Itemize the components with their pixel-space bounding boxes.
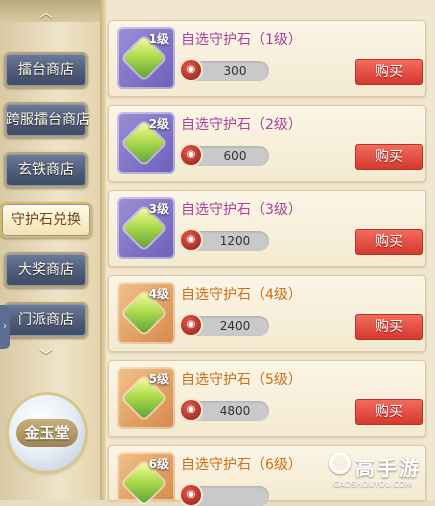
item-name: 自选守护石（3级） bbox=[181, 202, 302, 218]
site-watermark: 高手游 GAOSHOUYOU.COM bbox=[329, 450, 429, 494]
price-value: 4800 bbox=[219, 404, 251, 418]
list-item: 2级 自选守护石（2级） ◉ 600 购买 bbox=[108, 105, 426, 182]
guardian-stone-icon[interactable]: 2级 bbox=[117, 112, 175, 174]
watermark-subtitle: GAOSHOUYOU.COM bbox=[333, 480, 413, 489]
buy-button[interactable]: 购买 bbox=[355, 399, 423, 425]
watermark-logo-icon bbox=[329, 452, 351, 474]
guardian-stone-icon[interactable]: 6级 bbox=[117, 452, 175, 505]
chevron-up-icon[interactable]: ︿ bbox=[36, 6, 56, 20]
guardian-stone-icon[interactable]: 5级 bbox=[117, 367, 175, 429]
price-pill: ◉ bbox=[181, 485, 269, 506]
level-badge: 4级 bbox=[148, 287, 169, 301]
item-name: 自选守护石（5级） bbox=[181, 372, 302, 388]
red-coin-icon: ◉ bbox=[181, 485, 201, 505]
price-pill: ◉ 300 bbox=[181, 60, 269, 81]
buy-button[interactable]: 购买 bbox=[355, 229, 423, 255]
tab-guardian-stone-exchange[interactable]: 守护石兑换 bbox=[0, 202, 92, 238]
chevron-down-icon[interactable]: ﹀ bbox=[36, 350, 56, 364]
price-value: 2400 bbox=[219, 319, 251, 333]
item-list[interactable]: 1级 自选守护石（1级） ◉ 300 购买 2级 自选守护石（2级） ◉ 600… bbox=[106, 0, 435, 506]
level-badge: 2级 bbox=[148, 117, 169, 131]
tab-xuantie-shop[interactable]: 玄铁商店 bbox=[4, 152, 88, 188]
red-coin-icon: ◉ bbox=[181, 230, 201, 250]
price-value: 600 bbox=[223, 149, 247, 163]
guardian-stone-icon[interactable]: 1级 bbox=[117, 27, 175, 89]
guardian-stone-icon[interactable]: 3级 bbox=[117, 197, 175, 259]
level-badge: 1级 bbox=[148, 32, 169, 46]
list-item: 4级 自选守护石（4级） ◉ 2400 购买 bbox=[108, 275, 426, 352]
tab-grand-prize-shop[interactable]: 大奖商店 bbox=[4, 252, 88, 288]
item-name: 自选守护石（4级） bbox=[181, 287, 302, 303]
item-name: 自选守护石（6级） bbox=[181, 457, 302, 473]
price-pill: ◉ 1200 bbox=[181, 230, 269, 251]
jinyutang-medal-button[interactable]: 金玉堂 bbox=[9, 395, 85, 471]
chevron-right-icon[interactable]: › bbox=[0, 305, 10, 349]
red-coin-icon: ◉ bbox=[181, 315, 201, 335]
tab-sect-shop[interactable]: 门派商店 bbox=[4, 302, 88, 338]
red-coin-icon: ◉ bbox=[181, 145, 201, 165]
buy-button[interactable]: 购买 bbox=[355, 59, 423, 85]
level-badge: 3级 bbox=[148, 202, 169, 216]
guardian-stone-icon[interactable]: 4级 bbox=[117, 282, 175, 344]
price-pill: ◉ 600 bbox=[181, 145, 269, 166]
red-coin-icon: ◉ bbox=[181, 400, 201, 420]
medal-label: 金玉堂 bbox=[16, 419, 78, 447]
price-pill: ◉ 4800 bbox=[181, 400, 269, 421]
watermark-title: 高手游 bbox=[355, 456, 421, 480]
item-name: 自选守护石（2级） bbox=[181, 117, 302, 133]
shop-sidebar: ︿ 擂台商店 跨服擂台商店 玄铁商店 守护石兑换 大奖商店 门派商店 › ﹀ 金… bbox=[0, 0, 100, 500]
list-item: 3级 自选守护石（3级） ◉ 1200 购买 bbox=[108, 190, 426, 267]
level-badge: 5级 bbox=[148, 372, 169, 386]
tab-cross-server-leitai-shop[interactable]: 跨服擂台商店 bbox=[4, 102, 90, 138]
tab-leitai-shop[interactable]: 擂台商店 bbox=[4, 52, 88, 88]
list-item: 1级 自选守护石（1级） ◉ 300 购买 bbox=[108, 20, 426, 97]
buy-button[interactable]: 购买 bbox=[355, 144, 423, 170]
level-badge: 6级 bbox=[148, 457, 169, 471]
price-pill: ◉ 2400 bbox=[181, 315, 269, 336]
price-value: 1200 bbox=[219, 234, 251, 248]
buy-button[interactable]: 购买 bbox=[355, 314, 423, 340]
red-coin-icon: ◉ bbox=[181, 60, 201, 80]
item-name: 自选守护石（1级） bbox=[181, 32, 302, 48]
list-item: 5级 自选守护石（5级） ◉ 4800 购买 bbox=[108, 360, 426, 437]
price-value: 300 bbox=[223, 64, 247, 78]
